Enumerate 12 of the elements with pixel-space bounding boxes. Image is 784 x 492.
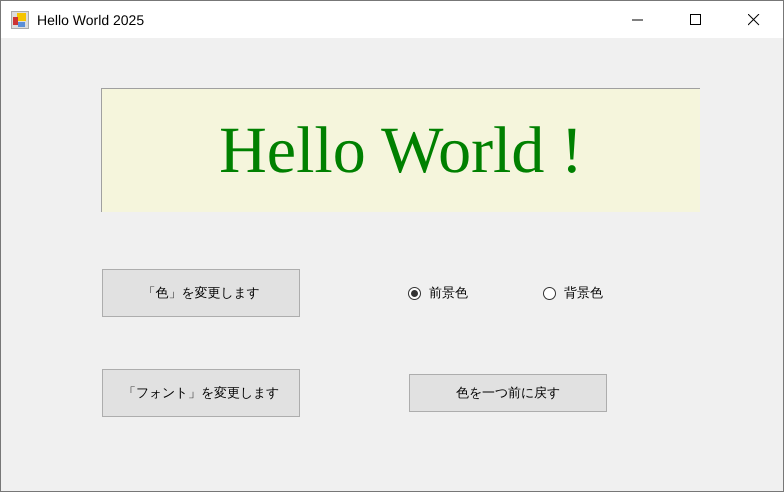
radio-label: 前景色 bbox=[429, 284, 468, 302]
radio-button[interactable] bbox=[408, 286, 421, 300]
radio-button[interactable] bbox=[543, 286, 556, 300]
change-font-button[interactable]: 「フォント」を変更します bbox=[102, 369, 300, 417]
close-icon bbox=[748, 14, 760, 26]
app-icon bbox=[11, 10, 29, 28]
undo-color-button[interactable]: 色を一つ前に戻す bbox=[409, 374, 607, 412]
window-title: Hello World 2025 bbox=[37, 12, 146, 28]
radio-label: 背景色 bbox=[564, 284, 603, 302]
change-color-button[interactable]: 「色」を変更します bbox=[102, 269, 300, 317]
maximize-icon bbox=[690, 14, 702, 26]
hello-label: Hello World ! bbox=[101, 88, 700, 212]
